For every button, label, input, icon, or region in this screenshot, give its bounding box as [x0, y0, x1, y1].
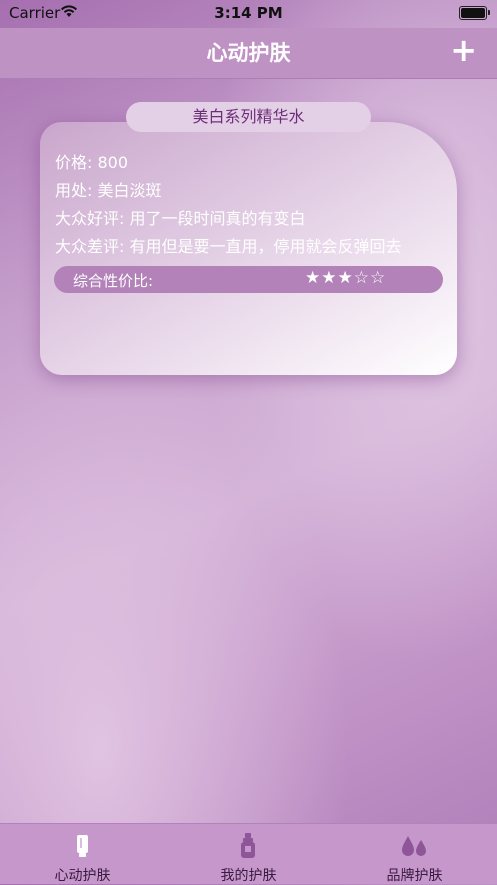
navigation-bar: 心动护肤 + [0, 28, 497, 79]
add-button[interactable]: + [450, 32, 477, 68]
page-title: 心动护肤 [206, 41, 291, 65]
status-bar: Carrier 3:14 PM [0, 0, 497, 28]
battery-icon [459, 6, 490, 20]
tab-heart-skincare[interactable]: 心动护肤 [0, 824, 165, 884]
rating-stars: ★★★☆☆ [305, 268, 387, 288]
tab-bar: 心动护肤 我的护肤 品牌护肤 [0, 823, 497, 884]
drops-icon [402, 836, 426, 856]
bottle-icon [241, 833, 255, 858]
tab-label: 品牌护肤 [386, 868, 443, 884]
tab-brand-skincare[interactable]: 品牌护肤 [332, 824, 497, 884]
tab-label: 我的护肤 [220, 868, 277, 884]
tab-my-skincare[interactable]: 我的护肤 [166, 824, 331, 884]
bad-review: 大众差评: 有用但是要一直用，停用就会反弹回去 [55, 237, 402, 256]
clock: 3:14 PM [214, 4, 283, 22]
product-price: 价格: 800 [55, 153, 129, 172]
product-title: 美白系列精华水 [126, 102, 371, 132]
rating-label: 综合性价比: [73, 272, 154, 290]
value-rating-bar: 综合性价比: ★★★☆☆ [54, 266, 443, 293]
tube-icon [77, 835, 88, 857]
tab-label: 心动护肤 [54, 868, 111, 884]
product-usage: 用处: 美白淡斑 [55, 181, 162, 200]
good-review: 大众好评: 用了一段时间真的有变白 [55, 209, 306, 228]
